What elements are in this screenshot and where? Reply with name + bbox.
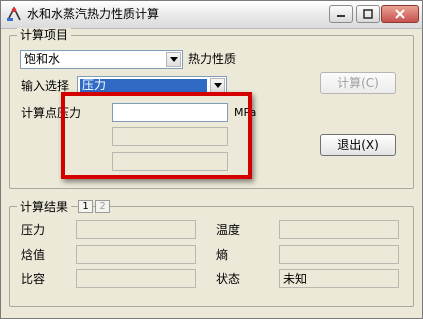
maximize-icon [363,9,373,19]
pressure-label: 压力 [21,223,46,237]
property-label: 热力性质 [188,52,237,66]
chevron-down-icon[interactable] [210,78,225,93]
app-icon[interactable] [5,5,23,23]
results-group-label: 计算结果 [17,200,72,214]
main-window: 水和水蒸汽热力性质计算 计算项目 饱和水 热力性质 输入选择 压力 计算点压力 … [0,0,423,319]
substance-select[interactable]: 饱和水 [20,50,183,69]
state-label: 状态 [216,272,241,286]
maximize-button[interactable] [356,5,380,23]
close-icon [395,9,405,19]
entropy-output [279,245,399,264]
result-tab-2[interactable]: 2 [95,200,110,213]
title-bar[interactable]: 水和水蒸汽热力性质计算 [1,1,422,29]
specific-volume-output [76,269,196,288]
temperature-output [279,220,399,239]
input-select-label: 输入选择 [21,79,70,93]
enthalpy-label: 焓值 [21,248,46,262]
highlight-rectangle [61,92,252,179]
substance-select-value: 饱和水 [24,52,61,66]
input-select-value: 压力 [79,78,208,93]
minimize-button[interactable] [329,5,353,23]
state-value: 未知 [283,272,308,286]
temperature-label: 温度 [216,223,241,237]
pressure-output [76,220,196,239]
minimize-icon [337,15,345,17]
result-tab-1[interactable]: 1 [78,200,93,213]
enthalpy-output [76,245,196,264]
exit-button[interactable]: 退出(X) [320,134,396,156]
calc-item-group-label: 计算项目 [17,28,72,42]
entropy-label: 熵 [216,248,229,262]
window-title: 水和水蒸汽热力性质计算 [27,7,160,21]
close-button[interactable] [381,5,419,23]
chevron-down-icon[interactable] [166,52,181,67]
calculate-button[interactable]: 计算(C) [320,72,396,94]
state-output: 未知 [279,269,399,288]
specific-volume-label: 比容 [21,272,46,286]
